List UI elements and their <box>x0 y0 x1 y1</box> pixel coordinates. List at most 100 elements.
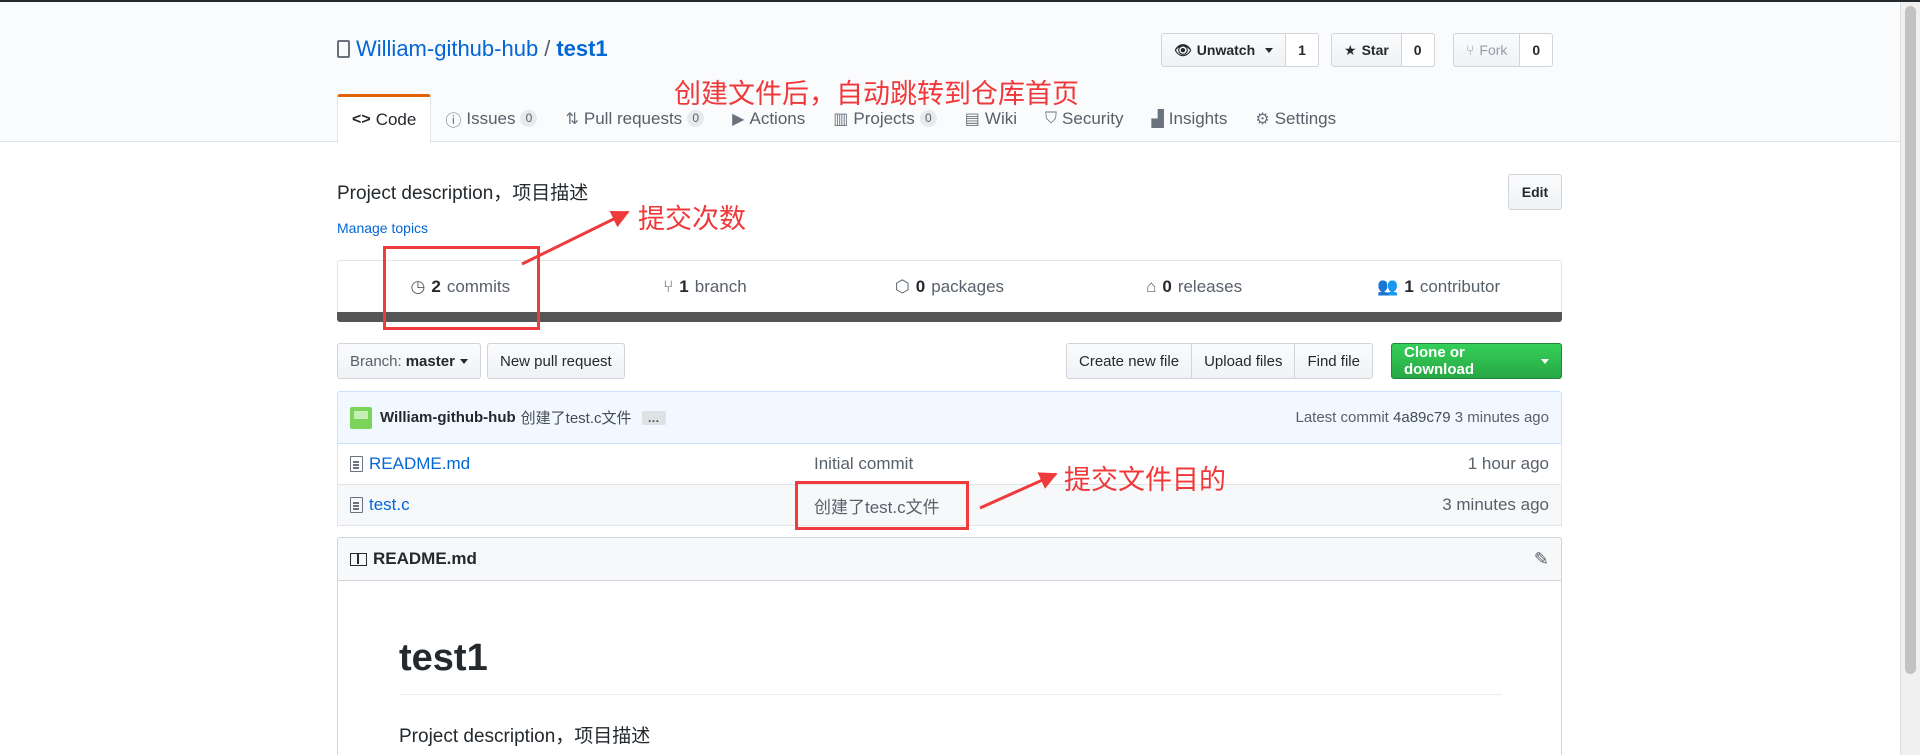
tab-label: Pull requests <box>583 108 683 128</box>
releases-label: releases <box>1177 276 1243 296</box>
star-icon: ★ <box>1344 41 1357 58</box>
shield-icon: ⛉ <box>1045 109 1058 127</box>
create-new-file-button[interactable]: Create new file <box>1066 343 1193 379</box>
edit-description-button[interactable]: Edit <box>1508 174 1562 210</box>
latest-commit-bar: William-github-hub 创建了test.c文件 … Latest … <box>337 391 1562 444</box>
find-file-button[interactable]: Find file <box>1294 343 1373 379</box>
contributors-count: 1 <box>1404 276 1414 296</box>
tab-code[interactable]: <> Code <box>337 94 432 143</box>
tab-counter: 0 <box>520 110 538 127</box>
tab-label: Issues <box>466 108 516 128</box>
file-row: README.md Initial commit 1 hour ago <box>337 444 1562 485</box>
repo-name-link[interactable]: test1 <box>556 36 607 62</box>
file-icon <box>350 497 363 513</box>
repo-separator: / <box>544 36 551 61</box>
chevron-down-icon <box>459 358 468 364</box>
tab-settings[interactable]: ⚙ Settings <box>1241 94 1350 143</box>
repo-description: Project description，项目描述 <box>337 183 589 204</box>
expand-commit-button[interactable]: … <box>641 410 666 425</box>
contributors-label: contributor <box>1419 276 1501 296</box>
tab-counter: 0 <box>919 110 937 127</box>
play-icon: ▶ <box>732 110 745 128</box>
releases-link[interactable]: ⌂ 0 releases <box>1072 277 1317 297</box>
people-icon: 👥 <box>1377 276 1399 296</box>
file-age: 1 hour ago <box>1467 454 1549 473</box>
new-pull-request-button[interactable]: New pull request <box>487 343 625 379</box>
commit-author-link[interactable]: William-github-hub <box>380 409 516 426</box>
graph-icon: ▟ <box>1151 110 1164 128</box>
manage-topics-link[interactable]: Manage topics <box>337 220 428 236</box>
annotation-commits-note: 提交次数 <box>638 204 746 235</box>
tab-label: Actions <box>749 108 806 128</box>
pull-request-icon: ⇅ <box>565 110 579 128</box>
tag-icon: ⌂ <box>1146 276 1157 296</box>
book-icon <box>350 552 367 566</box>
clone-or-download-button[interactable]: Clone or download <box>1391 343 1562 379</box>
watch-count[interactable]: 1 <box>1286 33 1319 67</box>
chevron-down-icon <box>1541 358 1549 364</box>
chevron-down-icon <box>1265 47 1274 53</box>
tab-label: Settings <box>1274 108 1337 128</box>
tab-issues[interactable]: ⓘ Issues 0 <box>431 94 551 143</box>
tab-label: Projects <box>853 108 915 128</box>
upload-files-button[interactable]: Upload files <box>1191 343 1296 379</box>
packages-link[interactable]: ⬡ 0 packages <box>827 277 1072 297</box>
repo-owner-link[interactable]: William-github-hub <box>356 36 538 62</box>
readme-paragraph: Project description，项目描述 <box>399 726 651 747</box>
latest-commit-prefix: Latest commit <box>1295 409 1389 426</box>
packages-count: 0 <box>915 276 926 296</box>
star-button[interactable]: ★ Star <box>1331 33 1402 67</box>
package-icon: ⬡ <box>894 276 910 296</box>
releases-count: 0 <box>1162 276 1172 296</box>
star-group: ★ Star 0 <box>1331 33 1435 67</box>
unwatch-label: Unwatch <box>1196 42 1256 58</box>
file-icon <box>350 456 363 472</box>
scrollbar-thumb[interactable] <box>1905 6 1916 674</box>
eye-icon: 👁 <box>1174 41 1192 58</box>
file-name-link[interactable]: test.c <box>369 495 814 515</box>
file-actions-group: Create new file Upload files Find file <box>1066 343 1373 379</box>
commit-age: 3 minutes ago <box>1454 409 1549 426</box>
readme-divider <box>399 694 1502 695</box>
clone-label: Clone or download <box>1404 344 1474 378</box>
star-label: Star <box>1361 42 1389 58</box>
watch-group: 👁 Unwatch 1 <box>1161 33 1319 67</box>
commit-message-link[interactable]: 创建了test.c文件 <box>521 407 632 428</box>
packages-label: packages <box>931 276 1005 296</box>
project-icon: ▥ <box>833 110 849 128</box>
unwatch-button[interactable]: 👁 Unwatch <box>1161 33 1287 67</box>
gear-icon: ⚙ <box>1255 110 1270 128</box>
tab-insights[interactable]: ▟ Insights <box>1137 94 1241 143</box>
fork-button[interactable]: ⑂ Fork <box>1453 33 1521 67</box>
latest-commit-info: Latest commit 4a89c79 3 minutes ago <box>1295 409 1549 426</box>
tab-label: Security <box>1062 108 1124 128</box>
branch-icon: ⑂ <box>663 276 674 296</box>
file-name-link[interactable]: README.md <box>369 454 814 474</box>
annotation-commits-box <box>383 246 540 330</box>
readme-filename: README.md <box>373 549 477 568</box>
repo-icon <box>337 40 350 58</box>
file-age: 3 minutes ago <box>1442 495 1549 514</box>
tab-label: Code <box>375 110 417 129</box>
annotation-message-box <box>795 481 969 530</box>
tab-counter: 0 <box>687 110 705 127</box>
branch-link[interactable]: ⑂ 1 branch <box>583 277 828 297</box>
scrollbar[interactable] <box>1900 2 1920 755</box>
readme-heading: test1 <box>399 637 488 679</box>
tab-label: Insights <box>1168 108 1228 128</box>
commit-sha-link[interactable]: 4a89c79 <box>1393 409 1451 426</box>
fork-icon: ⑂ <box>1466 42 1475 58</box>
readme-header: README.md ✎ <box>337 537 1562 581</box>
fork-count[interactable]: 0 <box>1520 33 1554 67</box>
tab-label: Wiki <box>984 108 1018 128</box>
pencil-icon[interactable]: ✎ <box>1534 549 1549 570</box>
book-icon: ▤ <box>964 110 980 128</box>
branch-select-value: master <box>405 352 455 370</box>
branch-select-label: Branch: <box>350 352 402 370</box>
branch-count: 1 <box>679 276 689 296</box>
branch-label: branch <box>694 276 747 296</box>
branch-select-button[interactable]: Branch: master <box>337 343 481 379</box>
contributors-link[interactable]: 👥 1 contributor <box>1316 277 1561 297</box>
star-count[interactable]: 0 <box>1401 33 1435 67</box>
avatar[interactable] <box>350 406 372 429</box>
